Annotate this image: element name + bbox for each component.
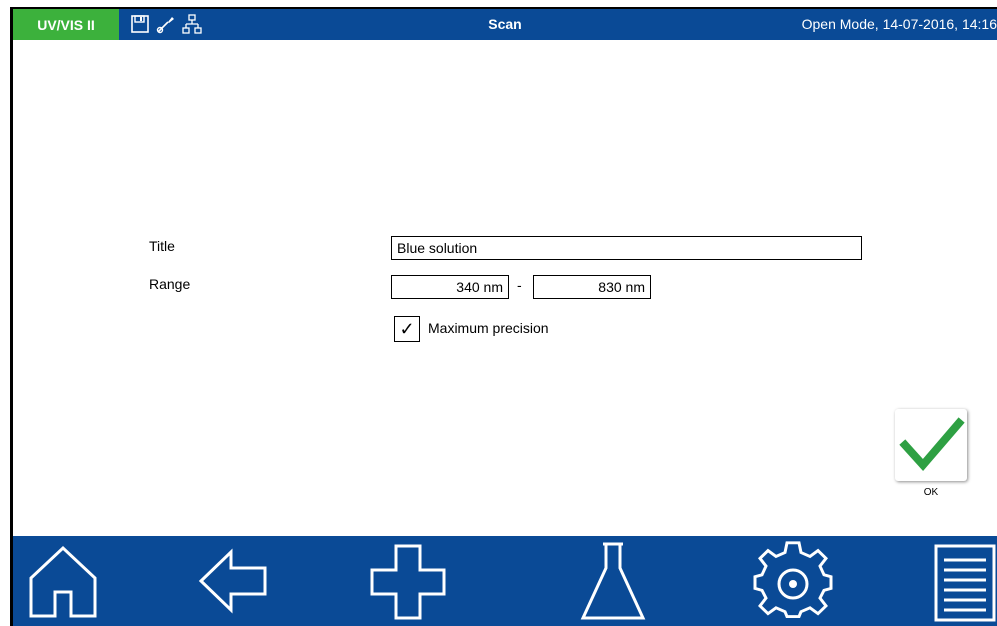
precision-label: Maximum precision — [428, 320, 549, 336]
checkmark-icon — [899, 417, 965, 472]
app-window: UV/VIS II Scan Open Mode, 14-07-2016, 14… — [10, 7, 997, 626]
bottom-nav — [13, 536, 997, 626]
flask-icon[interactable] — [573, 540, 653, 622]
add-icon[interactable] — [368, 540, 448, 622]
status-text: Open Mode, 14-07-2016, 14:16 — [801, 16, 997, 32]
title-label: Title — [149, 238, 175, 254]
top-bar: UV/VIS II Scan Open Mode, 14-07-2016, 14… — [13, 9, 997, 40]
check-mark-icon: ✓ — [399, 318, 415, 339]
range-to-input[interactable] — [533, 275, 651, 299]
precision-checkbox[interactable]: ✓ — [394, 316, 420, 342]
probe-icon[interactable] — [155, 13, 177, 35]
top-icons — [129, 13, 203, 35]
title-input[interactable] — [391, 236, 862, 260]
save-icon[interactable] — [129, 13, 151, 35]
menu-icon[interactable] — [928, 540, 997, 622]
back-icon[interactable] — [193, 540, 273, 622]
range-label: Range — [149, 276, 191, 292]
range-separator: - — [517, 277, 522, 293]
ok-button[interactable] — [895, 409, 967, 481]
range-from-input[interactable] — [391, 275, 509, 299]
home-icon[interactable] — [23, 540, 103, 622]
ok-label: OK — [923, 487, 939, 498]
network-icon[interactable] — [181, 13, 203, 35]
app-name-badge: UV/VIS II — [13, 9, 119, 40]
settings-icon[interactable] — [753, 540, 833, 622]
